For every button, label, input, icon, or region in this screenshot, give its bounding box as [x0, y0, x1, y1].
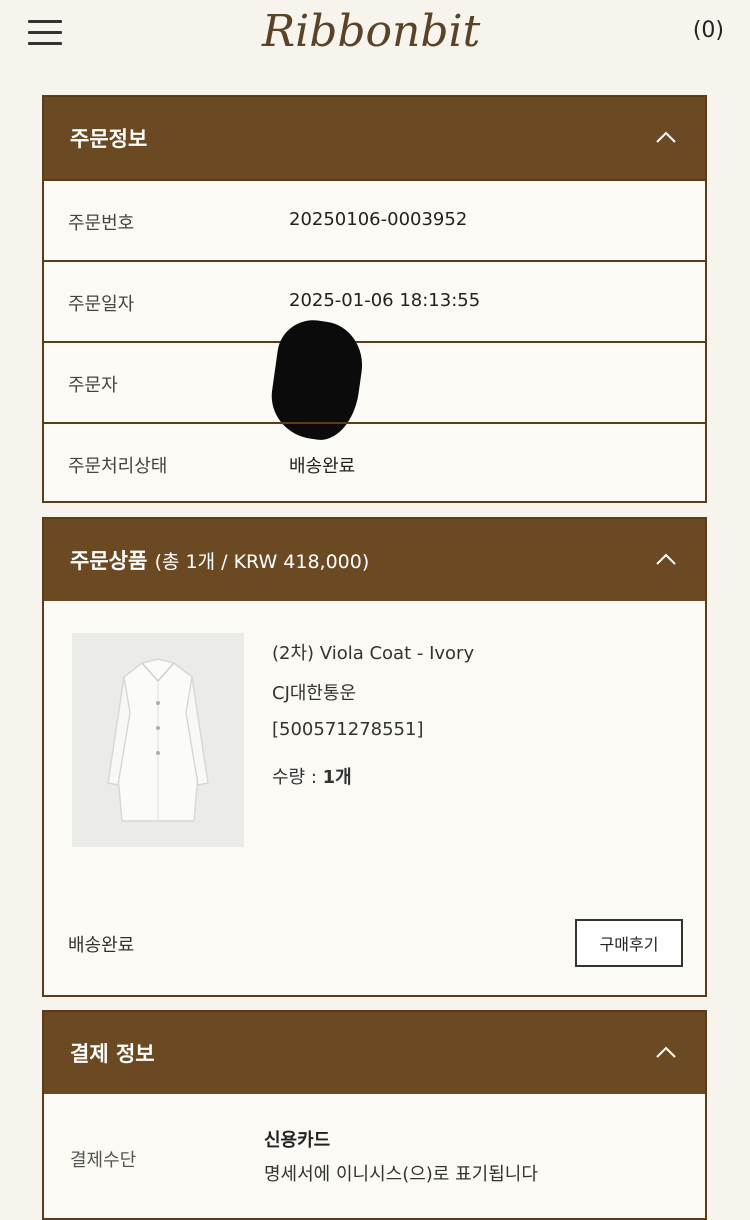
payment-method-label: 결제수단: [70, 1150, 137, 1171]
order-status-value: 배송완료: [289, 456, 356, 477]
order-info-title: 주문정보: [70, 127, 148, 151]
payment-method-value: 신용카드: [264, 1130, 331, 1151]
order-products-title: 주문상품 (총 1개 / KRW 418,000): [70, 545, 369, 575]
orderer-row: 주문자: [44, 315, 705, 445]
delivery-status: 배송완료: [68, 935, 135, 956]
coat-image-icon: [107, 658, 209, 822]
quantity: 수량 : 1개: [272, 763, 352, 789]
payment-info-title: 결제 정보: [70, 1042, 155, 1066]
order-products-header[interactable]: 주문상품 (총 1개 / KRW 418,000): [44, 519, 705, 601]
payment-info-header[interactable]: 결제 정보: [44, 1012, 705, 1094]
tracking-number[interactable]: [500571278551]: [272, 719, 423, 740]
brand-logo[interactable]: Ribbonbit: [262, 0, 492, 66]
cart-count[interactable]: (0): [693, 18, 724, 43]
order-status-row: 주문처리상태 배송완료: [44, 422, 705, 503]
write-review-button[interactable]: 구매후기: [575, 919, 683, 967]
chevron-up-icon[interactable]: [655, 1042, 677, 1064]
order-number-row: 주문번호 20250106-0003952: [44, 179, 705, 260]
order-date-label: 주문일자: [68, 294, 135, 315]
order-products-title-text: 주문상품: [70, 549, 148, 573]
order-number-label: 주문번호: [68, 213, 135, 234]
payment-info-section: 결제 정보 결제수단 신용카드 명세서에 이니시스(으)로 표기됩니다: [42, 1010, 707, 1220]
payment-body: 결제수단 신용카드 명세서에 이니시스(으)로 표기됩니다: [44, 1094, 705, 1220]
order-date-value: 2025-01-06 18:13:55: [289, 290, 481, 311]
chevron-up-icon[interactable]: [655, 127, 677, 149]
order-info-section: 주문정보 주문번호 20250106-0003952 주문일자 2025-01-…: [42, 95, 707, 503]
courier-name: CJ대한통운: [272, 683, 357, 704]
product-image[interactable]: [72, 633, 244, 847]
order-date-row: 주문일자 2025-01-06 18:13:55: [44, 260, 705, 341]
product-body: (2차) Viola Coat - Ivory CJ대한통운 [50057127…: [44, 601, 705, 995]
order-status-label: 주문처리상태: [68, 456, 168, 477]
order-products-section: 주문상품 (총 1개 / KRW 418,000) (2차) Viola Coa…: [42, 517, 707, 997]
top-bar: Ribbonbit (0): [0, 0, 750, 66]
orderer-label: 주문자: [68, 375, 118, 396]
product-name[interactable]: (2차) Viola Coat - Ivory: [272, 639, 474, 665]
order-info-header[interactable]: 주문정보: [44, 97, 705, 179]
quantity-value: 1개: [322, 767, 352, 788]
order-products-summary: (총 1개 / KRW 418,000): [154, 551, 370, 573]
hamburger-menu-icon[interactable]: [28, 18, 64, 48]
quantity-label: 수량 :: [272, 767, 323, 788]
payment-statement-note: 명세서에 이니시스(으)로 표기됩니다: [264, 1164, 538, 1185]
order-number-value: 20250106-0003952: [289, 209, 468, 230]
chevron-up-icon[interactable]: [655, 549, 677, 571]
